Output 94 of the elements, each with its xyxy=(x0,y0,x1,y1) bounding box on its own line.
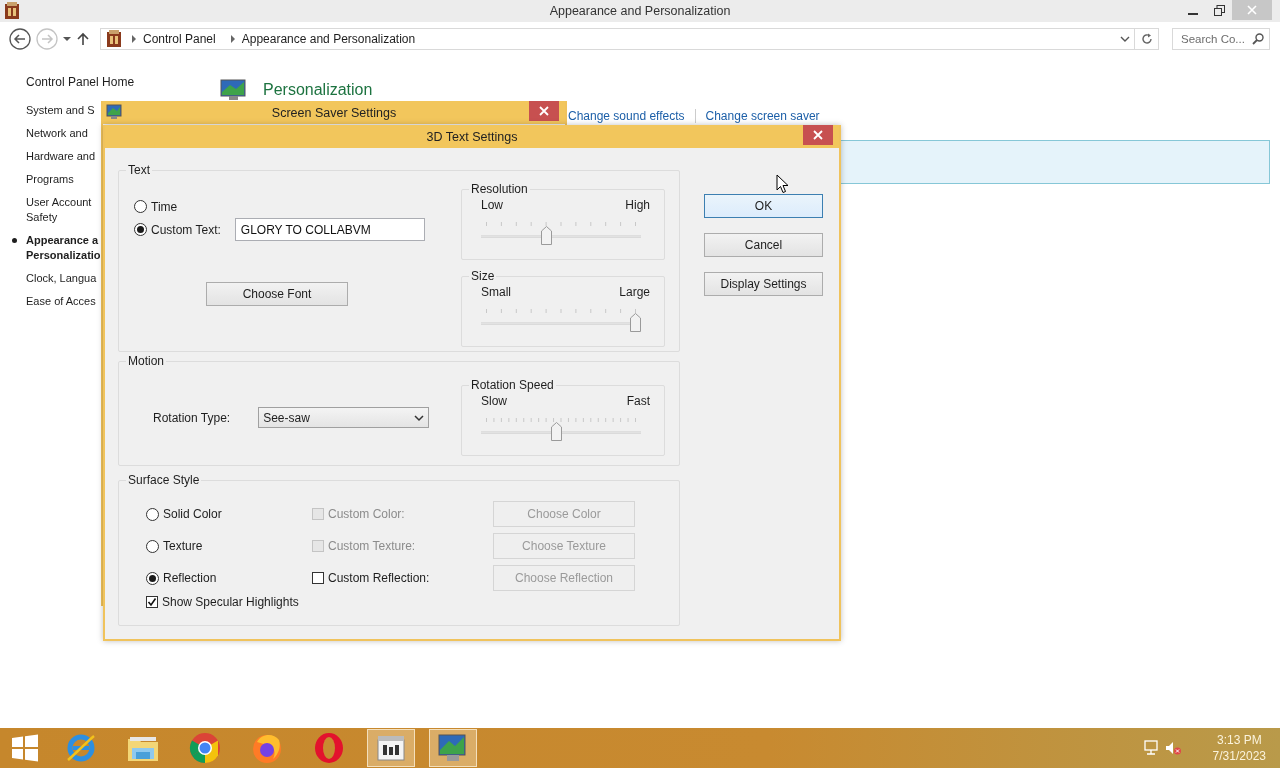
minimize-icon xyxy=(1188,13,1198,15)
slider-thumb[interactable] xyxy=(540,226,552,245)
taskbar-button[interactable] xyxy=(367,729,415,767)
option-label: Show Specular Highlights xyxy=(162,595,299,609)
sidebar-item[interactable]: User Account Safety xyxy=(26,195,92,225)
slider-max-label: Large xyxy=(619,285,650,299)
sidebar-item[interactable]: Ease of Acces xyxy=(26,294,96,309)
caret-icon xyxy=(62,34,72,44)
sidebar-item[interactable]: Appearance a Personalizatio xyxy=(26,233,101,263)
dialog-title: 3D Text Settings xyxy=(426,129,518,144)
fox-browser-icon xyxy=(251,732,283,764)
rotation-type-dropdown[interactable]: See-saw xyxy=(258,407,430,428)
settings-panel-icon xyxy=(375,734,407,762)
group-title: Rotation Speed xyxy=(470,378,555,392)
option-label: Reflection xyxy=(163,571,217,585)
muted-speaker-icon[interactable] xyxy=(1164,740,1181,756)
choose-font-button[interactable]: Choose Font xyxy=(206,282,348,306)
slider-thumb[interactable] xyxy=(551,422,562,441)
search-field[interactable]: Search Co... xyxy=(1172,28,1270,50)
breadcrumb-arrow-icon xyxy=(229,35,236,43)
up-button[interactable] xyxy=(75,31,91,47)
group-title: Surface Style xyxy=(127,473,201,487)
close-button[interactable] xyxy=(803,125,833,145)
slider-min-label: Small xyxy=(481,285,511,299)
custom-text-field[interactable]: GLORY TO COLLABVM xyxy=(234,218,425,241)
group-title: Motion xyxy=(127,354,166,368)
folder-icon xyxy=(127,734,159,762)
option-label: Custom Reflection: xyxy=(328,571,430,585)
network-icon[interactable] xyxy=(1142,740,1159,756)
option-label: Custom Color: xyxy=(328,507,405,521)
address-bar[interactable]: Control Panel Appearance and Personalization xyxy=(100,28,1135,50)
option-label: Solid Color xyxy=(163,507,222,521)
dialog-title: Screen Saver Settings xyxy=(271,105,397,120)
back-button[interactable] xyxy=(8,27,32,51)
caret-icon xyxy=(414,413,425,422)
checkbox[interactable] xyxy=(146,596,158,608)
sidebar-item[interactable]: Network and xyxy=(26,126,88,141)
round-browser-icon xyxy=(189,732,221,764)
dropdown-caret-icon xyxy=(1120,35,1130,43)
up-arrow-icon xyxy=(75,31,91,47)
close-button[interactable] xyxy=(529,101,559,121)
option-label: Custom Text: xyxy=(151,222,221,237)
refresh-button[interactable] xyxy=(1135,28,1159,50)
breadcrumb-arrow-icon xyxy=(131,35,137,43)
group-title: Size xyxy=(470,269,496,283)
check-icon xyxy=(147,597,157,607)
ring-icon xyxy=(313,732,345,764)
sidebar-item[interactable]: Hardware and xyxy=(26,149,96,164)
window-title: Appearance and Personalization xyxy=(549,4,731,18)
radio-button[interactable] xyxy=(134,223,147,236)
recent-pages-button[interactable] xyxy=(62,34,72,44)
control-panel-icon xyxy=(3,1,21,21)
category-heading[interactable]: Personalization xyxy=(263,81,373,99)
windows-logo-icon xyxy=(11,734,39,762)
monitor-icon xyxy=(437,733,469,763)
option-label: Custom Texture: xyxy=(328,539,416,553)
close-icon xyxy=(539,106,549,116)
radio-button[interactable] xyxy=(134,200,147,213)
option-label: Time xyxy=(151,199,178,214)
radio-button[interactable] xyxy=(146,507,159,521)
browser-icon xyxy=(65,732,97,764)
slider-max-label: High xyxy=(625,198,650,212)
breadcrumb-item[interactable]: Appearance and Personalization xyxy=(241,32,416,46)
monitor-icon xyxy=(220,79,247,101)
dialog-button[interactable]: Display Settings xyxy=(704,272,823,296)
dialog-button[interactable]: Cancel xyxy=(704,233,823,257)
taskbar-button[interactable] xyxy=(429,729,477,767)
field-label: Rotation Type: xyxy=(153,411,231,425)
search-icon xyxy=(1252,33,1264,45)
refresh-icon xyxy=(1140,33,1153,45)
task-link[interactable]: Change screen saver xyxy=(705,109,820,123)
close-icon xyxy=(1247,5,1257,15)
sidebar-item[interactable]: System and S xyxy=(26,103,95,118)
close-icon xyxy=(813,130,823,140)
breadcrumb-item[interactable]: Control Panel xyxy=(143,32,216,46)
monitor-icon xyxy=(106,104,122,120)
group-title: Resolution xyxy=(470,182,529,196)
sidebar-link[interactable]: Control Panel Home xyxy=(26,75,135,89)
restore-icon xyxy=(1213,4,1225,16)
mouse-cursor-icon xyxy=(776,174,789,194)
task-link[interactable]: Change sound effects xyxy=(568,109,685,123)
slider-thumb[interactable] xyxy=(630,313,641,332)
slider-min-label: Slow xyxy=(481,394,507,408)
control-panel-icon xyxy=(105,29,123,49)
radio-button[interactable] xyxy=(146,571,159,585)
option-label: Texture xyxy=(163,539,203,553)
slider-max-label: Fast xyxy=(626,394,650,408)
slider-min-label: Low xyxy=(481,198,503,212)
sidebar-item[interactable]: Programs xyxy=(26,172,74,187)
sidebar-item[interactable]: Clock, Langua xyxy=(26,271,97,286)
radio-button[interactable] xyxy=(146,539,159,553)
dialog-button[interactable]: OK xyxy=(704,194,823,218)
checkbox[interactable] xyxy=(312,572,324,584)
group-title: Text xyxy=(127,163,151,177)
